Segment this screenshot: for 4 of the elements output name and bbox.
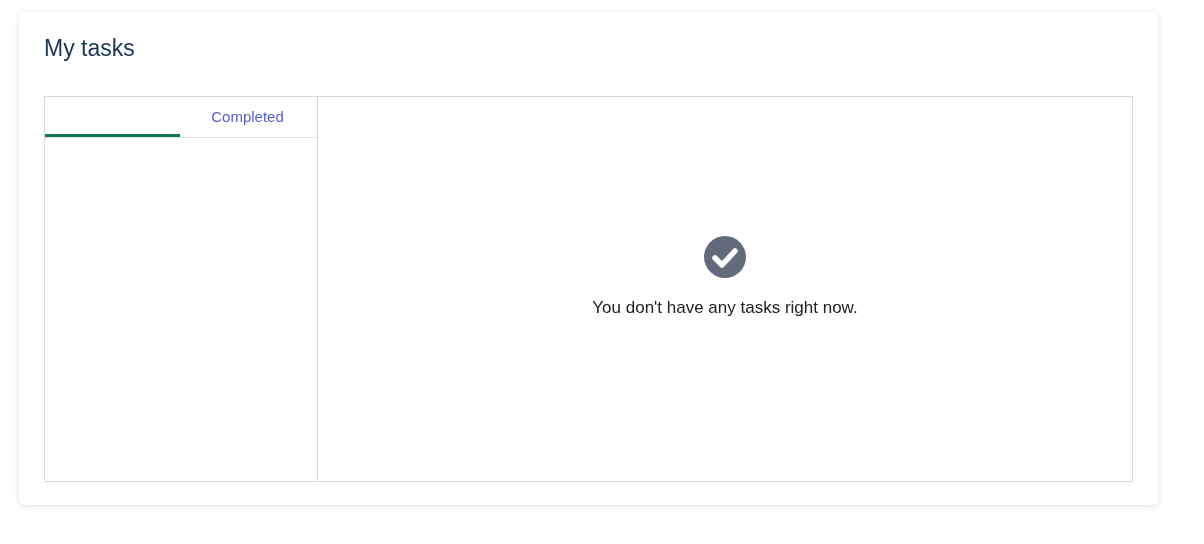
tab[interactable]: Completed [180, 97, 315, 137]
check-circle-icon [704, 236, 746, 278]
page-title: My tasks [44, 34, 136, 62]
empty-message: You don't have any tasks right now. [592, 297, 858, 319]
